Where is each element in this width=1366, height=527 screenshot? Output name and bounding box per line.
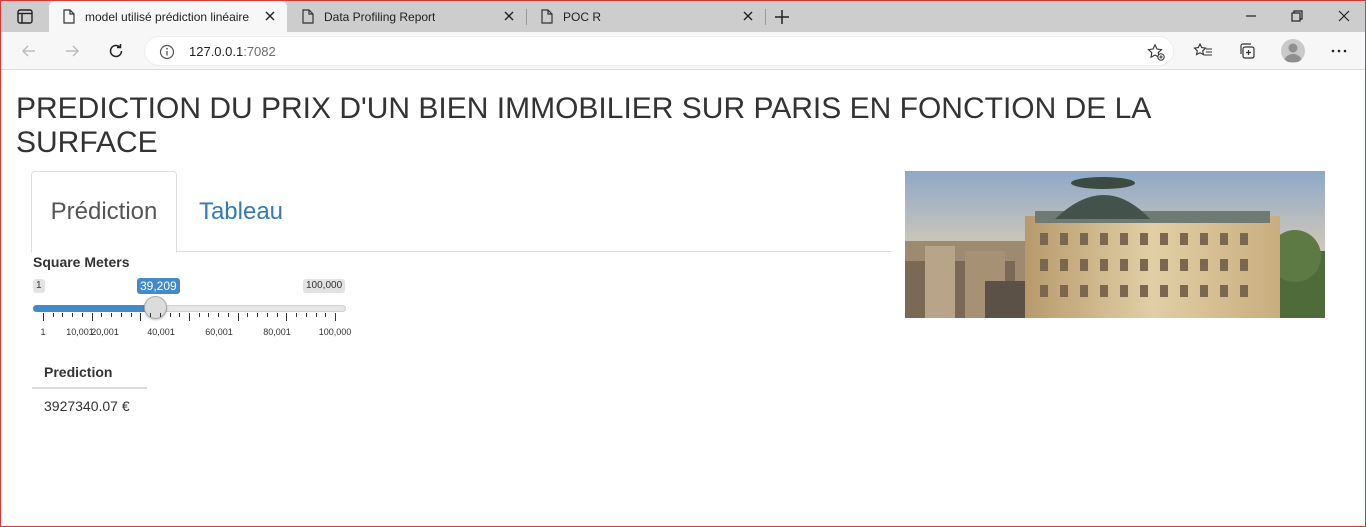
- slider-fill: [33, 305, 156, 312]
- prediction-header: Prediction: [32, 360, 147, 389]
- close-icon[interactable]: [263, 9, 277, 23]
- back-icon[interactable]: [19, 41, 39, 61]
- page-title: PREDICTION DU PRIX D'UN BIEN IMMOBILIER …: [16, 92, 1150, 159]
- slider-tick: [130, 313, 132, 317]
- page-icon: [300, 9, 316, 25]
- browser-tab-title: POC R: [563, 9, 602, 24]
- close-icon[interactable]: [741, 9, 755, 23]
- tick-label: 20,001: [91, 327, 119, 337]
- tick-label: 100,000: [318, 327, 352, 337]
- favorites-icon[interactable]: [1193, 41, 1213, 61]
- tab-tableau[interactable]: Tableau: [196, 171, 286, 252]
- tick-label: 10,001: [66, 327, 94, 337]
- slider-tick: [276, 313, 278, 317]
- slider-tick: [179, 313, 181, 317]
- slider-tick: [52, 313, 54, 317]
- slider-tick: [218, 313, 220, 317]
- slider-grid: 1 10,001 20,001 40,001 60,001 80,001 100…: [33, 313, 351, 337]
- page-icon: [539, 9, 555, 25]
- collections-icon[interactable]: [1237, 41, 1257, 61]
- add-favorite-icon[interactable]: [1147, 43, 1165, 61]
- slider-tick: [237, 313, 239, 321]
- slider-tick: [120, 313, 122, 317]
- slider-tick: [81, 313, 83, 317]
- slider-tick: [140, 313, 142, 321]
- browser-tab-title: Data Profiling Report: [324, 9, 436, 24]
- browser-tab-1[interactable]: model utilisé prédiction linéaire: [49, 1, 287, 32]
- profile-avatar[interactable]: [1281, 39, 1305, 63]
- slider-tick: [111, 313, 113, 317]
- window-close-icon[interactable]: [1334, 7, 1354, 25]
- more-icon[interactable]: [1329, 41, 1349, 61]
- browser-tab-3[interactable]: POC R: [527, 1, 766, 32]
- paris-building-photo: [905, 171, 1325, 318]
- slider-tick: [305, 313, 307, 317]
- navigation-bar: 127.0.0.1:7082: [1, 32, 1365, 70]
- slider-tick: [150, 313, 152, 317]
- slider-tick: [91, 313, 93, 321]
- url-host: 127.0.0.1: [189, 44, 244, 59]
- close-icon[interactable]: [502, 9, 516, 23]
- page-icon: [61, 9, 77, 25]
- slider-tick: [159, 313, 161, 317]
- url-port: :7082: [243, 44, 276, 59]
- address-bar[interactable]: 127.0.0.1:7082: [144, 36, 1174, 66]
- tab-strip: model utilisé prédiction linéaire Data P…: [1, 1, 1365, 32]
- slider-tick: [227, 313, 229, 317]
- slider-tick: [208, 313, 210, 317]
- slider-label: Square Meters: [33, 254, 130, 270]
- info-icon[interactable]: [159, 44, 175, 60]
- slider-tick: [101, 313, 103, 317]
- slider-tick: [315, 313, 317, 317]
- prediction-value: 3927340.07 €: [44, 398, 130, 414]
- minimize-icon[interactable]: [1241, 7, 1261, 25]
- slider-tick: [62, 313, 64, 317]
- tick-label: 80,001: [263, 327, 291, 337]
- tick-label: 40,001: [147, 327, 175, 337]
- tick-label: 60,001: [205, 327, 233, 337]
- content-tabs: Prédiction Tableau: [31, 171, 891, 253]
- forward-icon[interactable]: [62, 41, 82, 61]
- slider-tick: [189, 313, 190, 321]
- browser-tab-2[interactable]: Data Profiling Report: [288, 1, 527, 32]
- browser-tab-title: model utilisé prédiction linéaire: [85, 9, 250, 24]
- slider-min-label: 1: [33, 279, 45, 293]
- slider-max-label: 100,000: [303, 279, 346, 293]
- slider-tick: [286, 313, 288, 321]
- slider-tick: [198, 313, 200, 317]
- tab-prediction[interactable]: Prédiction: [31, 171, 177, 253]
- slider-tick: [247, 313, 249, 317]
- new-tab-icon[interactable]: [773, 8, 791, 26]
- slider-tick: [266, 313, 268, 317]
- tab-actions-icon[interactable]: [11, 7, 39, 27]
- slider-value-label: 39,209: [137, 278, 180, 294]
- slider-tick: [335, 313, 336, 321]
- tick-label: 1: [40, 327, 46, 337]
- slider-tick: [257, 313, 259, 317]
- refresh-icon[interactable]: [106, 41, 126, 61]
- restore-icon[interactable]: [1287, 7, 1307, 25]
- slider-tick: [296, 313, 298, 317]
- slider-tick: [72, 313, 74, 317]
- slider-tick: [169, 313, 171, 317]
- slider-tick: [325, 313, 327, 317]
- prediction-table: Prediction 3927340.07 €: [32, 360, 147, 419]
- url-text: 127.0.0.1:7082: [189, 44, 276, 59]
- slider-tick: [43, 313, 44, 321]
- tab-separator: [765, 9, 766, 25]
